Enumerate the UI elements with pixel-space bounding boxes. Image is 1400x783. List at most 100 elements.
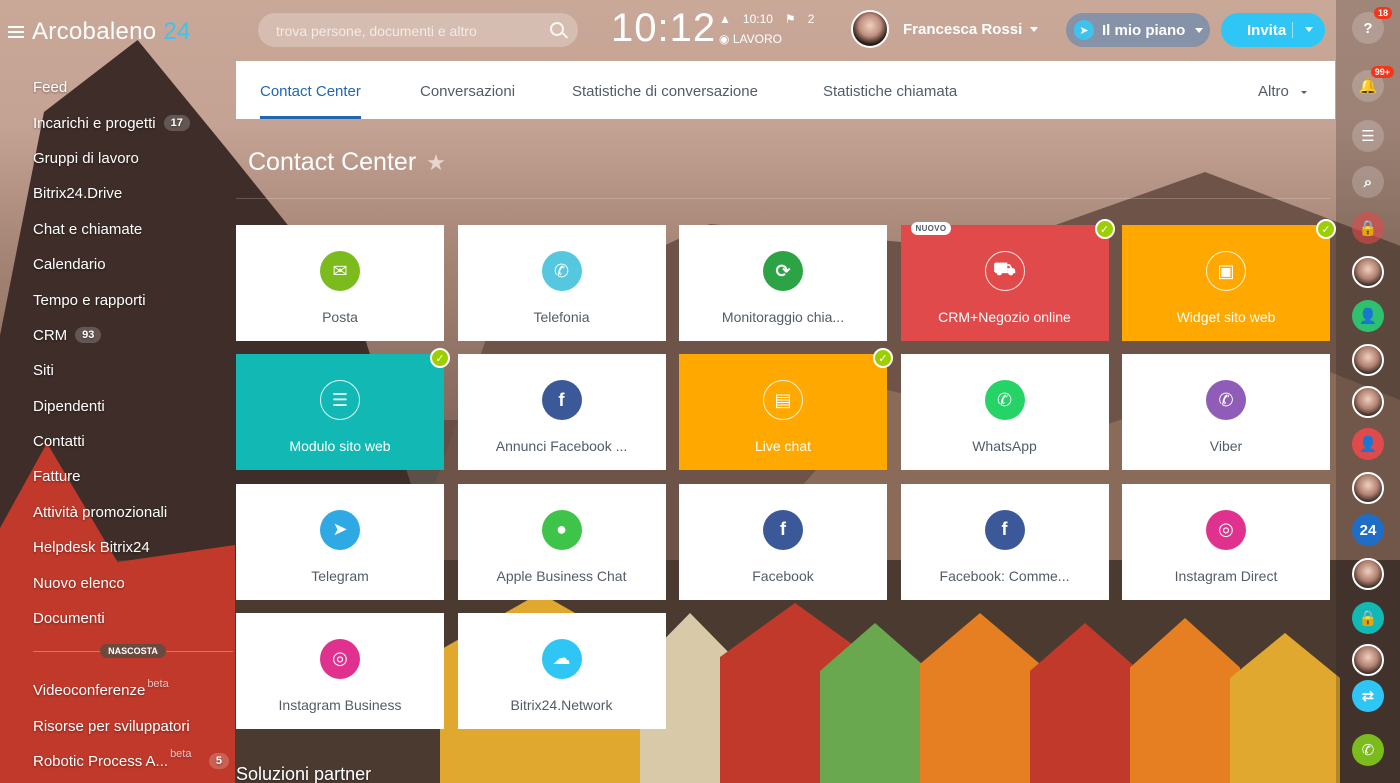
transfer-icon[interactable]: ⇄ [1352, 680, 1384, 712]
call-tracking-icon: ⟳ [763, 251, 803, 291]
avatar[interactable] [851, 10, 889, 48]
flame-icon: ▲ [719, 12, 731, 26]
facebook-comments-icon: f [984, 509, 1025, 550]
sidebar-item[interactable]: Videoconferenze beta [33, 673, 233, 708]
sidebar-item[interactable]: Risorse per sviluppatori [33, 708, 233, 743]
logo-name: Arcobaleno [32, 18, 157, 45]
sidebar-item-label: Helpdesk Bitrix24 [33, 539, 150, 557]
sidebar-item[interactable]: Robotic Process A... beta 5 [33, 744, 233, 779]
page-title-wrap: Contact Center ★ [248, 148, 446, 177]
connector-tile[interactable]: f Facebook [679, 483, 887, 600]
avatar[interactable] [1352, 344, 1384, 376]
sidebar-item[interactable]: Incarichi e progetti 17 [33, 105, 233, 140]
invite-button[interactable]: Invita [1221, 13, 1325, 47]
avatar[interactable] [1352, 256, 1384, 288]
sidebar-item[interactable]: Chat e chiamate [33, 212, 233, 247]
connector-tile[interactable]: ✆ WhatsApp [900, 354, 1109, 471]
connector-tile[interactable]: ✉ Posta [236, 225, 444, 341]
connector-tile[interactable]: ● Apple Business Chat [457, 483, 666, 600]
help-icon[interactable]: ? 18 [1352, 7, 1392, 44]
sidebar-hidden-menu: Videoconferenze beta Risorse per sviluppat… [33, 673, 233, 779]
search-icon[interactable]: ⌕ [1352, 166, 1384, 198]
new-badge: NUOVO [910, 222, 952, 235]
connector-tile[interactable]: f Facebook: Comme... [900, 483, 1109, 600]
tab-conversations[interactable]: Conversazioni [420, 61, 515, 119]
sidebar-item[interactable]: Siti [33, 353, 233, 388]
sidebar-item[interactable]: Tempo e rapporti [33, 282, 233, 317]
sidebar-item[interactable]: Dipendenti [33, 389, 233, 424]
avatar[interactable] [1352, 558, 1384, 590]
counter-badge: 93 [75, 327, 102, 344]
lock-icon[interactable]: 🔒 [1352, 602, 1384, 634]
avatar[interactable] [1352, 644, 1384, 676]
sidebar-item[interactable]: Documenti [33, 601, 233, 636]
sidebar-item[interactable]: Nuovo elenco [33, 565, 233, 600]
instagram-direct-icon: ◎ [1206, 509, 1246, 550]
connector-label: WhatsApp [972, 438, 1037, 455]
connector-tile[interactable]: ⟳ Monitoraggio chia... [679, 225, 887, 341]
phone-icon: ✆ [541, 251, 582, 291]
chat-icon[interactable]: ☰ [1352, 120, 1384, 152]
connector-tile[interactable]: ▤ Live chat ✓ [679, 348, 893, 471]
instagram-business-icon: ◎ [320, 638, 360, 679]
my-plan-button[interactable]: ➤ Il mio piano [1066, 13, 1210, 47]
chevron-down-icon[interactable] [1305, 27, 1313, 32]
connector-label: Apple Business Chat [496, 567, 627, 584]
sidebar-item[interactable]: Calendario [33, 247, 233, 282]
sidebar-item[interactable]: Helpdesk Bitrix24 [33, 530, 233, 565]
sidebar-item-label: Documenti [33, 610, 105, 628]
widget-icon: ▣ [1206, 251, 1246, 291]
connector-tile[interactable]: ✆ Viber [1122, 354, 1330, 471]
sidebar-item[interactable]: CRM 93 [33, 318, 233, 353]
sidebar-item[interactable]: Feed [33, 70, 233, 105]
star-icon[interactable]: ★ [426, 150, 446, 176]
sidebar-item[interactable]: Attività promozionali [33, 495, 233, 530]
connector-tile[interactable]: ✆ Telefonia [457, 225, 666, 341]
user-icon[interactable]: 👤 [1352, 300, 1384, 332]
sidebar-item-label: CRM [33, 326, 68, 344]
phone-icon[interactable]: ✆ [1352, 734, 1384, 766]
connector-label: Live chat [754, 438, 812, 455]
user-icon[interactable]: 👤 [1352, 428, 1384, 460]
tab-contact-center[interactable]: Contact Center [260, 61, 361, 119]
tab-call-stats[interactable]: Statistiche chiamata [823, 61, 957, 119]
connector-label: Instagram Business [278, 696, 402, 713]
menu-icon[interactable] [8, 26, 24, 38]
avatar[interactable] [1352, 472, 1384, 504]
sidebar-item[interactable]: Contatti [33, 424, 233, 459]
bell-icon[interactable]: 🔔 99+ [1352, 66, 1394, 102]
partner-solutions-title: Soluzioni partner [236, 764, 372, 783]
viber-icon: ✆ [1206, 380, 1246, 421]
clock[interactable]: 10:12 [611, 6, 716, 51]
sidebar-item-label: Incarichi e progetti [33, 114, 156, 132]
tab-more[interactable]: Altro [1258, 61, 1307, 123]
sidebar-item[interactable]: Fatture [33, 459, 233, 494]
avatar[interactable] [1352, 386, 1384, 418]
connector-tile[interactable]: ◎ Instagram Direct [1122, 483, 1330, 600]
connector-tile[interactable]: ▣ Widget sito web ✓ [1122, 219, 1336, 341]
connector-tile[interactable]: ☰ Modulo sito web ✓ [236, 348, 450, 471]
bitrix24-icon[interactable]: 24 [1352, 514, 1384, 546]
user-menu[interactable]: Francesca Rossi [851, 10, 1039, 48]
facebook-ads-icon: f [541, 380, 582, 421]
connector-tile[interactable]: ⛟ CRM+Negozio online ✓ NUOVO [900, 219, 1115, 341]
logo[interactable]: Arcobaleno 24 [8, 18, 191, 46]
connector-label: Instagram Direct [1174, 567, 1278, 584]
check-icon: ✓ [1094, 219, 1115, 239]
clock-info[interactable]: ▲ 10:10 ⚑ 2 ◉ LAVORO [719, 9, 826, 49]
connector-label: Bitrix24.Network [510, 696, 613, 713]
connector-label: Telegram [311, 567, 369, 584]
mail-icon: ✉ [320, 251, 360, 291]
tab-conversation-stats[interactable]: Statistiche di conversazione [572, 61, 758, 119]
invite-label: Invita [1247, 21, 1287, 39]
chevron-down-icon [1301, 90, 1307, 94]
sidebar-item[interactable]: Gruppi di lavoro [33, 141, 233, 176]
search-icon[interactable] [550, 22, 564, 36]
connector-tile[interactable]: ◎ Instagram Business [236, 612, 444, 729]
connector-tile[interactable]: ☁ Bitrix24.Network [457, 612, 666, 729]
sidebar-item[interactable]: Bitrix24.Drive [33, 176, 233, 211]
lock-icon[interactable]: 🔒 [1352, 212, 1384, 244]
search-input[interactable]: trova persone, documenti e altro [258, 13, 578, 47]
connector-tile[interactable]: f Annunci Facebook ... [457, 354, 666, 471]
connector-tile[interactable]: ➤ Telegram [236, 483, 444, 600]
